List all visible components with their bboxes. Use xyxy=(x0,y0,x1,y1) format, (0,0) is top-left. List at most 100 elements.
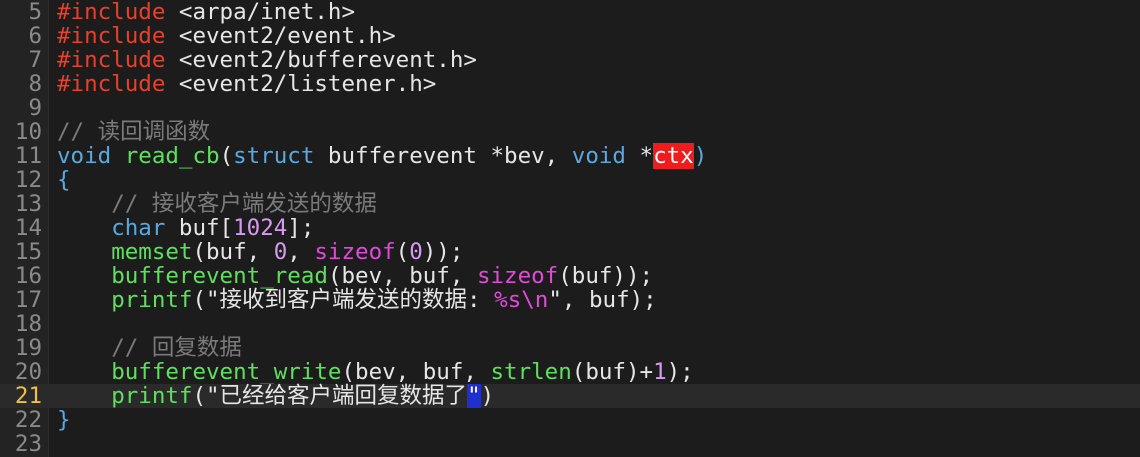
code-token: #include xyxy=(57,47,166,73)
code-token: // 接收客户端发送的数据 xyxy=(111,191,377,217)
code-token: ( xyxy=(395,239,410,265)
code-token: // 回复数据 xyxy=(111,335,242,361)
code-token: <arpa/inet.h> xyxy=(165,0,356,25)
code-token: ) xyxy=(480,383,495,409)
code-line[interactable]: 6 #include <event2/event.h> xyxy=(0,24,1140,48)
code-editor[interactable]: 5 #include <arpa/inet.h> 6 #include <event2… xyxy=(0,0,1140,457)
code-token: // 读回调函数 xyxy=(57,119,211,145)
line-number: 22 xyxy=(14,407,42,433)
code-text: // 读回调函数 xyxy=(57,120,210,144)
code-token: <event2/listener.h> xyxy=(165,71,437,97)
line-number: 18 xyxy=(14,311,42,337)
code-token: buf[ xyxy=(165,215,234,241)
code-text: #include <event2/event.h> xyxy=(57,24,396,48)
code-token: sizeof xyxy=(314,239,396,265)
code-text: #include <arpa/inet.h> xyxy=(57,0,355,24)
code-token: printf xyxy=(111,383,193,409)
code-token: ]; xyxy=(287,215,315,241)
code-token: (buf)+ xyxy=(571,359,654,385)
line-number: 10 xyxy=(14,119,42,145)
code-line[interactable]: 21 printf("已经给客户端回复数据了") xyxy=(0,384,1140,408)
code-token: 1024 xyxy=(233,215,288,241)
code-token: ); xyxy=(666,359,694,385)
code-token: ( xyxy=(219,143,234,169)
code-token: read_cb xyxy=(124,143,220,169)
code-line[interactable]: 15 memset(buf, 0, sizeof(0)); xyxy=(0,240,1140,264)
code-line[interactable]: 5 #include <arpa/inet.h> xyxy=(0,0,1140,24)
code-text: } xyxy=(57,408,71,432)
code-line[interactable]: 16 bufferevent_read(bev, buf, sizeof(buf… xyxy=(0,264,1140,288)
line-number: 20 xyxy=(14,359,42,385)
code-line[interactable]: 13 // 接收客户端发送的数据 xyxy=(0,192,1140,216)
code-token: { xyxy=(57,167,71,193)
code-line[interactable]: 23 xyxy=(0,432,1140,456)
code-text: #include <event2/bufferevent.h> xyxy=(57,48,477,72)
line-number: 13 xyxy=(14,191,42,217)
code-line[interactable]: 17 printf("接收到客户端发送的数据: %s\n", buf); xyxy=(0,288,1140,312)
line-number: 23 xyxy=(14,431,42,457)
code-token: sizeof xyxy=(476,263,559,289)
line-number: 11 xyxy=(14,143,42,169)
code-text: printf("已经给客户端回复数据了") xyxy=(57,384,494,408)
code-token: (bev, buf, xyxy=(327,263,477,289)
code-token: ("接收到客户端发送的数据: xyxy=(192,287,495,313)
code-token: <event2/bufferevent.h> xyxy=(165,47,477,73)
code-text: // 回复数据 xyxy=(57,336,242,360)
code-token: (bev, buf, xyxy=(341,359,491,385)
code-line[interactable]: 7 #include <event2/bufferevent.h> xyxy=(0,48,1140,72)
code-text: memset(buf, 0, sizeof(0)); xyxy=(57,240,463,264)
code-line[interactable]: 20 bufferevent_write(bev, buf, strlen(bu… xyxy=(0,360,1140,384)
line-number: 12 xyxy=(14,167,42,193)
code-text: bufferevent_read(bev, buf, sizeof(buf)); xyxy=(57,264,653,288)
line-number: 16 xyxy=(14,263,42,289)
code-token: (buf)); xyxy=(558,263,654,289)
code-text: { xyxy=(57,168,71,192)
line-number: 14 xyxy=(14,215,42,241)
code-line[interactable]: 8 #include <event2/listener.h> xyxy=(0,72,1140,96)
code-token: , xyxy=(287,239,315,265)
code-lines[interactable]: 5 #include <arpa/inet.h> 6 #include <event2… xyxy=(0,0,1140,456)
code-line[interactable]: 10 // 读回调函数 xyxy=(0,120,1140,144)
line-number: 8 xyxy=(28,71,42,97)
code-token: void xyxy=(57,143,112,169)
code-token: } xyxy=(57,407,71,433)
code-token: #include xyxy=(57,71,166,97)
code-token: %s\n xyxy=(494,287,549,313)
code-line[interactable]: 18 xyxy=(0,312,1140,336)
line-number: 5 xyxy=(28,0,42,25)
code-line[interactable]: 11 void read_cb(struct bufferevent *bev, … xyxy=(0,143,1140,169)
code-token: )); xyxy=(422,239,464,265)
code-token: bufferevent_read xyxy=(111,263,328,289)
code-line[interactable]: 9 xyxy=(0,96,1140,120)
code-line[interactable]: 19 // 回复数据 xyxy=(0,336,1140,360)
code-text: void read_cb(struct bufferevent *bev, vo… xyxy=(57,143,708,169)
code-token: 1 xyxy=(653,359,667,385)
code-text: bufferevent_write(bev, buf, strlen(buf)+… xyxy=(57,360,694,384)
code-token: <event2/event.h> xyxy=(165,23,396,49)
code-text: char buf[1024]; xyxy=(57,216,314,240)
text-cursor-selection: " xyxy=(467,383,481,409)
code-token: void xyxy=(571,143,626,169)
line-number: 17 xyxy=(14,287,42,313)
line-number: 6 xyxy=(28,23,42,49)
line-number: 7 xyxy=(28,47,42,73)
code-token: ) xyxy=(693,143,708,169)
code-line[interactable]: 14 char buf[1024]; xyxy=(0,216,1140,240)
code-token: #include xyxy=(57,0,166,25)
code-token: bufferevent *bev, xyxy=(314,143,572,169)
code-line[interactable]: 12 { xyxy=(0,168,1140,192)
code-line[interactable]: 22} xyxy=(0,408,1140,432)
code-token: bufferevent_write xyxy=(111,359,342,385)
code-token: char xyxy=(111,215,166,241)
code-token: ", buf); xyxy=(548,287,657,313)
code-token: struct xyxy=(233,143,315,169)
